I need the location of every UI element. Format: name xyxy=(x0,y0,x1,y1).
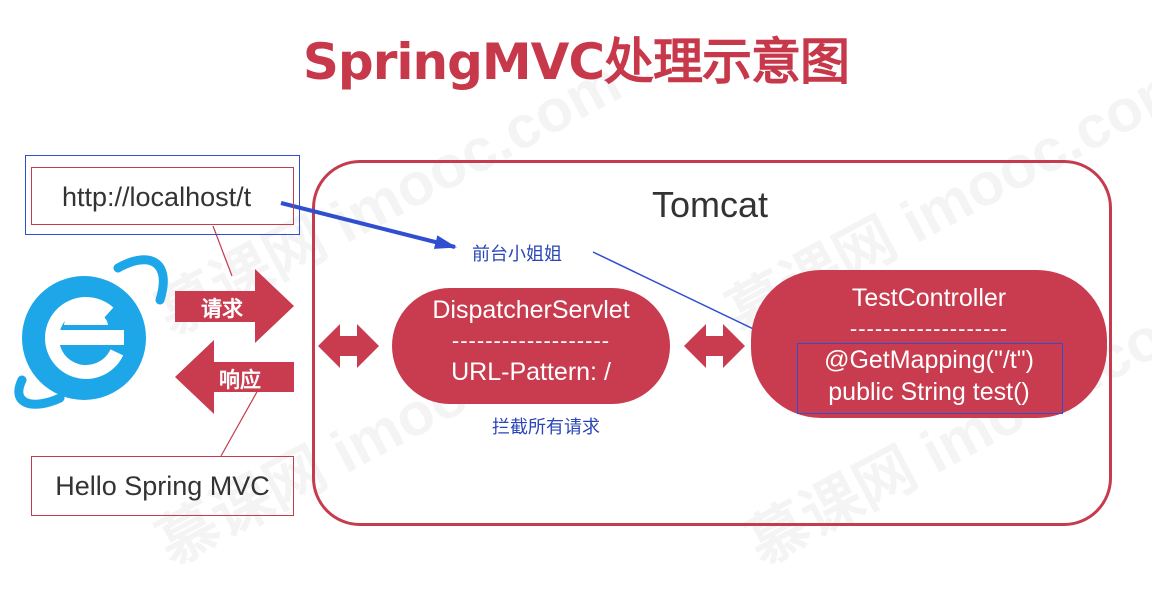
dispatcher-divider: ------------------- xyxy=(451,328,611,353)
response-label: 响应 xyxy=(219,369,261,392)
url-to-dispatcher-arrow xyxy=(280,201,457,249)
double-arrow-browser-dispatcher xyxy=(318,324,379,368)
controller-divider: ------------------- xyxy=(849,316,1009,341)
request-label: 请求 xyxy=(201,298,243,321)
response-box: Hello Spring MVC xyxy=(31,456,294,516)
dispatcher-servlet-node: DispatcherServlet ------------------- UR… xyxy=(392,288,670,404)
dispatcher-pattern: URL-Pattern: / xyxy=(451,358,611,386)
internet-explorer-icon xyxy=(14,255,168,409)
double-arrow-dispatcher-controller xyxy=(684,324,745,368)
url-box: http://localhost/t xyxy=(31,167,294,225)
mapping-highlight xyxy=(797,343,1063,414)
intercept-annotation: 拦截所有请求 xyxy=(492,417,600,437)
controller-name: TestController xyxy=(851,284,1007,312)
dispatcher-name: DispatcherServlet xyxy=(432,296,630,324)
reception-annotation: 前台小姐姐 xyxy=(472,244,562,264)
result-connector-line xyxy=(220,389,259,457)
